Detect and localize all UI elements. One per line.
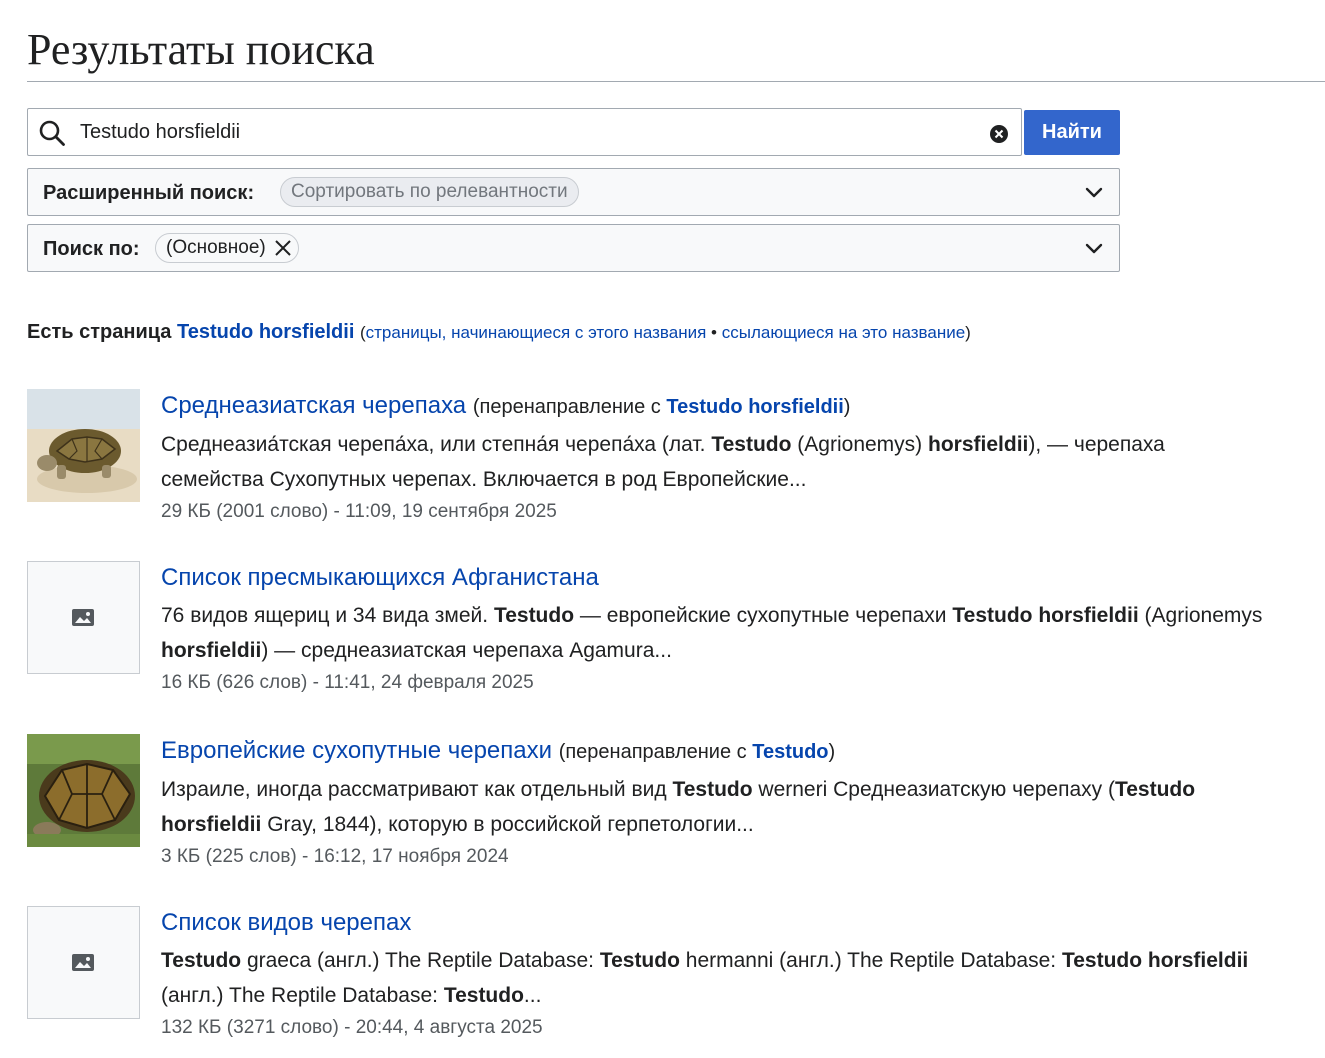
redirect-note: (перенаправление с Testudo) — [559, 741, 836, 763]
sort-chip[interactable]: Сортировать по релевантности — [280, 177, 579, 207]
redirect-link[interactable]: Testudo — [752, 741, 828, 763]
result-title-line: Список видов черепах — [161, 906, 1271, 940]
result-meta: 132 КБ (3271 слово) - 20:44, 4 августа 2… — [161, 1017, 543, 1038]
result-title-line: Европейские сухопутные черепахи (перенап… — [161, 734, 1271, 769]
redirect-link[interactable]: Testudo horsfieldii — [666, 396, 843, 418]
page-title: Результаты поиска — [27, 25, 375, 74]
result-body: Среднеазиатская черепаха (перенаправлени… — [161, 389, 1271, 527]
search-input[interactable] — [80, 109, 960, 155]
result-meta: 3 КБ (225 слов) - 16:12, 17 ноября 2024 — [161, 846, 509, 867]
namespace-label: Поиск по: — [43, 238, 140, 260]
redirect-prefix: (перенаправление с — [472, 396, 661, 418]
result-body: Список видов черепах Testudo graeca (анг… — [161, 906, 1271, 1043]
result-thumbnail[interactable] — [27, 734, 140, 847]
result-title-line: Список пресмыкающихся Афганистана — [161, 561, 1271, 595]
prefix-search-link[interactable]: страницы, начинающиеся с этого названия — [366, 323, 707, 342]
result-title-link[interactable]: Список видов черепах — [161, 909, 411, 936]
result-meta: 16 КБ (626 слов) - 11:41, 24 февраля 202… — [161, 672, 534, 693]
namespace-filter-toggle[interactable]: Поиск по: (Основное) — [27, 224, 1120, 272]
chevron-down-icon[interactable] — [1084, 183, 1104, 203]
paren-close: ) — [965, 323, 971, 342]
redirect-prefix: (перенаправление с — [558, 741, 747, 763]
tortoise-photo — [27, 389, 140, 502]
result-snippet: Среднеазиа́тская черепа́ха, или степна́я… — [161, 433, 1165, 491]
result-snippet: 76 видов ящериц и 34 вида змей. Testudo … — [161, 604, 1263, 662]
exact-match-extra: (страницы, начинающиеся с этого названия… — [360, 323, 971, 342]
image-placeholder-icon — [72, 954, 94, 971]
search-box[interactable] — [27, 108, 1022, 156]
advanced-search-label: Расширенный поиск: — [43, 182, 255, 204]
redirect-suffix: ) — [828, 741, 836, 763]
redirect-note: (перенаправление с Testudo horsfieldii) — [473, 396, 851, 418]
search-button[interactable]: Найти — [1024, 110, 1120, 155]
result-thumbnail[interactable] — [27, 389, 140, 502]
title-divider — [27, 81, 1325, 82]
result-thumbnail-placeholder[interactable] — [27, 561, 140, 674]
search-icon — [39, 120, 65, 146]
close-icon[interactable] — [274, 239, 292, 257]
result-title-link[interactable]: Среднеазиатская черепаха — [161, 392, 466, 419]
result-title-link[interactable]: Список пресмыкающихся Афганистана — [161, 564, 599, 591]
result-body: Европейские сухопутные черепахи (перенап… — [161, 734, 1271, 872]
result-thumbnail-placeholder[interactable] — [27, 906, 140, 1019]
result-snippet: Testudo graeca (англ.) The Reptile Datab… — [161, 949, 1249, 1007]
namespace-chip[interactable]: (Основное) — [155, 233, 299, 263]
tortoise-photo — [27, 734, 140, 847]
image-placeholder-icon — [72, 609, 94, 626]
result-title-link[interactable]: Европейские сухопутные черепахи — [161, 737, 552, 764]
result-title-line: Среднеазиатская черепаха (перенаправлени… — [161, 389, 1271, 424]
chevron-down-icon[interactable] — [1084, 239, 1104, 259]
redirect-suffix: ) — [843, 396, 851, 418]
clear-icon[interactable] — [989, 124, 1009, 144]
exact-match-lead: Есть страница — [27, 321, 172, 343]
backlinks-link[interactable]: ссылающиеся на это название — [722, 323, 965, 342]
advanced-search-toggle[interactable]: Расширенный поиск: Сортировать по релева… — [27, 168, 1120, 216]
result-body: Список пресмыкающихся Афганистана 76 вид… — [161, 561, 1271, 698]
exact-match-link[interactable]: Testudo horsfieldii — [177, 321, 354, 343]
result-snippet: Израиле, иногда рассматривают как отдель… — [161, 778, 1196, 836]
exact-match-notice: Есть страница Testudo horsfieldii (стран… — [27, 318, 971, 347]
separator: • — [711, 323, 717, 342]
namespace-chip-label: (Основное) — [166, 237, 266, 258]
result-meta: 29 КБ (2001 слово) - 11:09, 19 сентября … — [161, 501, 557, 522]
